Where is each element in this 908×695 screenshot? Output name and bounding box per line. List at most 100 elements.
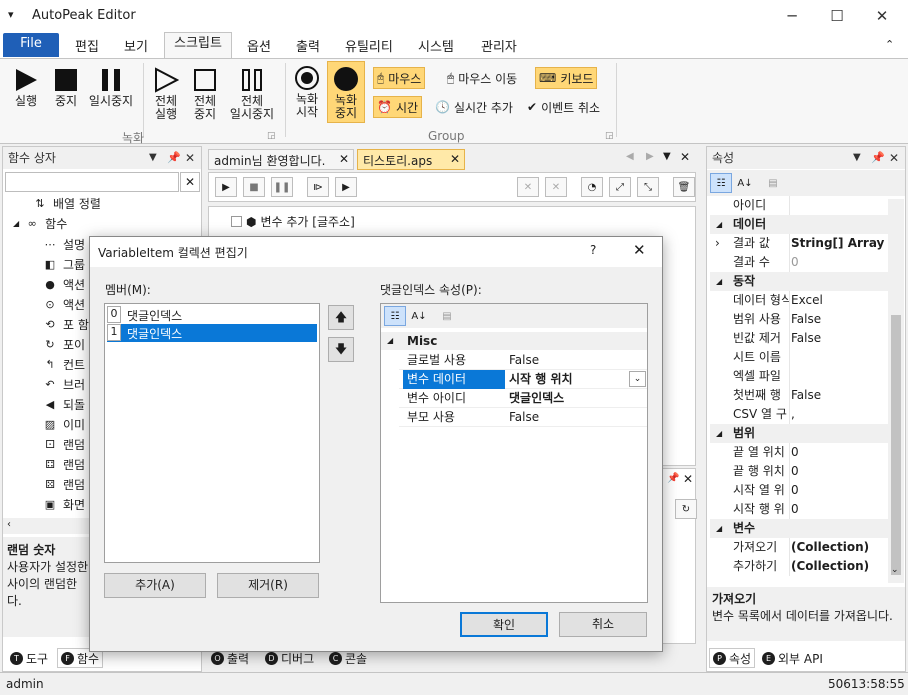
- close-panel-icon[interactable]: ✕: [185, 147, 195, 169]
- tree-item[interactable]: ⚃ 랜덤: [43, 455, 85, 475]
- move-down-button[interactable]: 🡇: [328, 337, 354, 362]
- dropdown-icon[interactable]: ▼: [149, 147, 157, 169]
- property-row[interactable]: › 결과 값 String[] Array: [710, 234, 888, 253]
- categorized-icon[interactable]: ☷: [710, 173, 732, 193]
- value-dropdown-button[interactable]: ⌄: [629, 371, 646, 387]
- run-all-button[interactable]: 전체 실행: [149, 65, 183, 121]
- collapse-icon[interactable]: ◢: [716, 424, 722, 443]
- property-row[interactable]: 엑셀 파일: [710, 367, 888, 386]
- tab-list-icon[interactable]: ▼: [663, 151, 671, 162]
- tree-item[interactable]: ▨ 이미: [43, 415, 85, 435]
- remove-button[interactable]: 제거(R): [217, 573, 319, 598]
- scroll-tabs-right-icon[interactable]: ▶: [646, 151, 654, 162]
- vertical-scrollbar[interactable]: ⌄: [888, 199, 904, 583]
- property-category[interactable]: ◢ 데이터: [710, 215, 888, 234]
- pin-icon[interactable]: 📌: [167, 147, 181, 169]
- dialog-close-button[interactable]: ✕: [633, 241, 646, 259]
- tree-item[interactable]: ⋯ 설명: [43, 235, 86, 255]
- disabled-close-icon[interactable]: ✕: [517, 177, 539, 197]
- expand-icon[interactable]: ›: [715, 234, 720, 253]
- scroll-tabs-left-icon[interactable]: ◀: [626, 151, 634, 162]
- collapse-icon[interactable]: ◢: [716, 215, 722, 234]
- step-into-icon[interactable]: ▶: [335, 177, 357, 197]
- property-row[interactable]: 범위 사용 False: [710, 310, 888, 329]
- property-row[interactable]: 결과 수0: [710, 253, 888, 272]
- collapse-icon[interactable]: ◢: [716, 272, 722, 291]
- function-search-input[interactable]: [5, 172, 179, 192]
- cancel-button[interactable]: 취소: [559, 612, 647, 637]
- stop-button[interactable]: 중지: [50, 65, 82, 108]
- dialog-property-row[interactable]: 부모 사용 False: [399, 408, 647, 427]
- tree-item[interactable]: ⟲ 포 함: [43, 315, 89, 335]
- collapse-icon[interactable]: ⤡: [637, 177, 659, 197]
- run-button[interactable]: 실행: [8, 65, 44, 108]
- categorized-icon[interactable]: ☷: [384, 306, 406, 326]
- property-category[interactable]: ◢ 범위: [710, 424, 888, 443]
- refresh-icon[interactable]: ↻: [675, 499, 697, 519]
- add-button[interactable]: 추가(A): [104, 573, 206, 598]
- minimize-button[interactable]: ─: [770, 4, 814, 28]
- property-row[interactable]: 빈값 제거 False: [710, 329, 888, 348]
- tree-item[interactable]: ◧ 그룹: [43, 255, 85, 275]
- tree-item[interactable]: ↻ 포이: [43, 335, 85, 355]
- close-tab-icon[interactable]: ✕: [339, 152, 349, 166]
- collapse-ribbon-icon[interactable]: ⌃: [885, 38, 894, 51]
- doc-tab-welcome[interactable]: admin님 환영합니다. ✕: [208, 149, 354, 170]
- close-button[interactable]: ✕: [860, 4, 904, 28]
- property-category[interactable]: ◢ 변수: [710, 519, 888, 538]
- members-list[interactable]: 0 댓글인덱스 1 댓글인덱스: [104, 303, 320, 563]
- pin-icon[interactable]: 📌: [871, 147, 885, 169]
- sort-alpha-icon[interactable]: A↓: [408, 306, 430, 326]
- collapse-icon[interactable]: ◢: [387, 332, 393, 350]
- dropdown-icon[interactable]: ▼: [853, 147, 861, 169]
- pause-all-button[interactable]: 전체 일시중지: [226, 65, 278, 121]
- menu-view[interactable]: 보기: [124, 36, 148, 55]
- maximize-button[interactable]: ☐: [815, 4, 859, 28]
- file-menu[interactable]: File: [3, 33, 59, 57]
- delete-icon[interactable]: 🗑: [673, 177, 695, 197]
- sort-alpha-icon[interactable]: A↓: [734, 173, 756, 193]
- checkbox[interactable]: [231, 216, 242, 227]
- menu-script[interactable]: 스크립트: [164, 32, 232, 58]
- dialog-property-row[interactable]: 변수 아이디 댓글인덱스: [399, 389, 647, 408]
- pin-icon[interactable]: 📌: [667, 473, 679, 484]
- property-row[interactable]: 끝 열 위치 0: [710, 443, 888, 462]
- property-row[interactable]: 시트 이름: [710, 348, 888, 367]
- dialog-launcher-icon[interactable]: ◲: [605, 131, 614, 141]
- tab-properties[interactable]: P 속성: [709, 648, 756, 668]
- tree-item-functions[interactable]: ◢ ∞ 함수: [13, 214, 67, 234]
- stop-all-button[interactable]: 전체 중지: [188, 65, 222, 121]
- menu-options[interactable]: 옵션: [247, 36, 271, 55]
- property-row[interactable]: 첫번째 행 False: [710, 386, 888, 405]
- tree-item[interactable]: ⇅ 배열 정렬: [33, 194, 101, 214]
- dialog-launcher-icon[interactable]: ◲: [267, 131, 276, 141]
- menu-edit[interactable]: 편집: [75, 36, 99, 55]
- property-row[interactable]: 아이디: [710, 196, 888, 215]
- script-line[interactable]: ⬢ 변수 추가 [글주소]: [231, 213, 355, 230]
- help-button[interactable]: ?: [590, 243, 596, 257]
- tree-item[interactable]: ◀ 되돌: [43, 395, 85, 415]
- mouse-move-toggle[interactable]: 🖱 마우스 이동: [444, 67, 520, 89]
- time-toggle[interactable]: ⏰ 시간: [373, 96, 423, 118]
- property-pages-icon[interactable]: ▤: [762, 173, 784, 193]
- menu-system[interactable]: 시스템: [418, 36, 454, 55]
- close-panel-icon[interactable]: ✕: [889, 147, 899, 169]
- list-item[interactable]: 0 댓글인덱스: [107, 306, 317, 324]
- play-icon[interactable]: ▶: [215, 177, 237, 197]
- mouse-toggle[interactable]: 🖰 마우스: [373, 67, 426, 89]
- tab-external-api[interactable]: E 외부 API: [759, 648, 826, 668]
- property-row[interactable]: 시작 행 위0: [710, 500, 888, 519]
- tab-tools[interactable]: T 도구: [7, 648, 51, 668]
- property-row[interactable]: 끝 행 위치 0: [710, 462, 888, 481]
- dialog-property-row[interactable]: 변수 데이터 시작 행 위치 ⌄: [399, 370, 647, 389]
- scroll-down-icon[interactable]: ⌄: [891, 565, 899, 575]
- category-misc[interactable]: ◢ Misc: [381, 332, 647, 350]
- event-cancel-toggle[interactable]: ✔ 이벤트 취소: [524, 96, 603, 118]
- menu-admin[interactable]: 관리자: [481, 36, 517, 55]
- menu-output[interactable]: 출력: [296, 36, 320, 55]
- close-tab-icon[interactable]: ✕: [450, 152, 460, 166]
- dialog-property-row[interactable]: 글로벌 사용 False: [399, 351, 647, 370]
- property-row[interactable]: 가져오기 (Collection): [710, 538, 888, 557]
- property-category[interactable]: ◢ 동작: [710, 272, 888, 291]
- property-row[interactable]: 데이터 형식 Excel: [710, 291, 888, 310]
